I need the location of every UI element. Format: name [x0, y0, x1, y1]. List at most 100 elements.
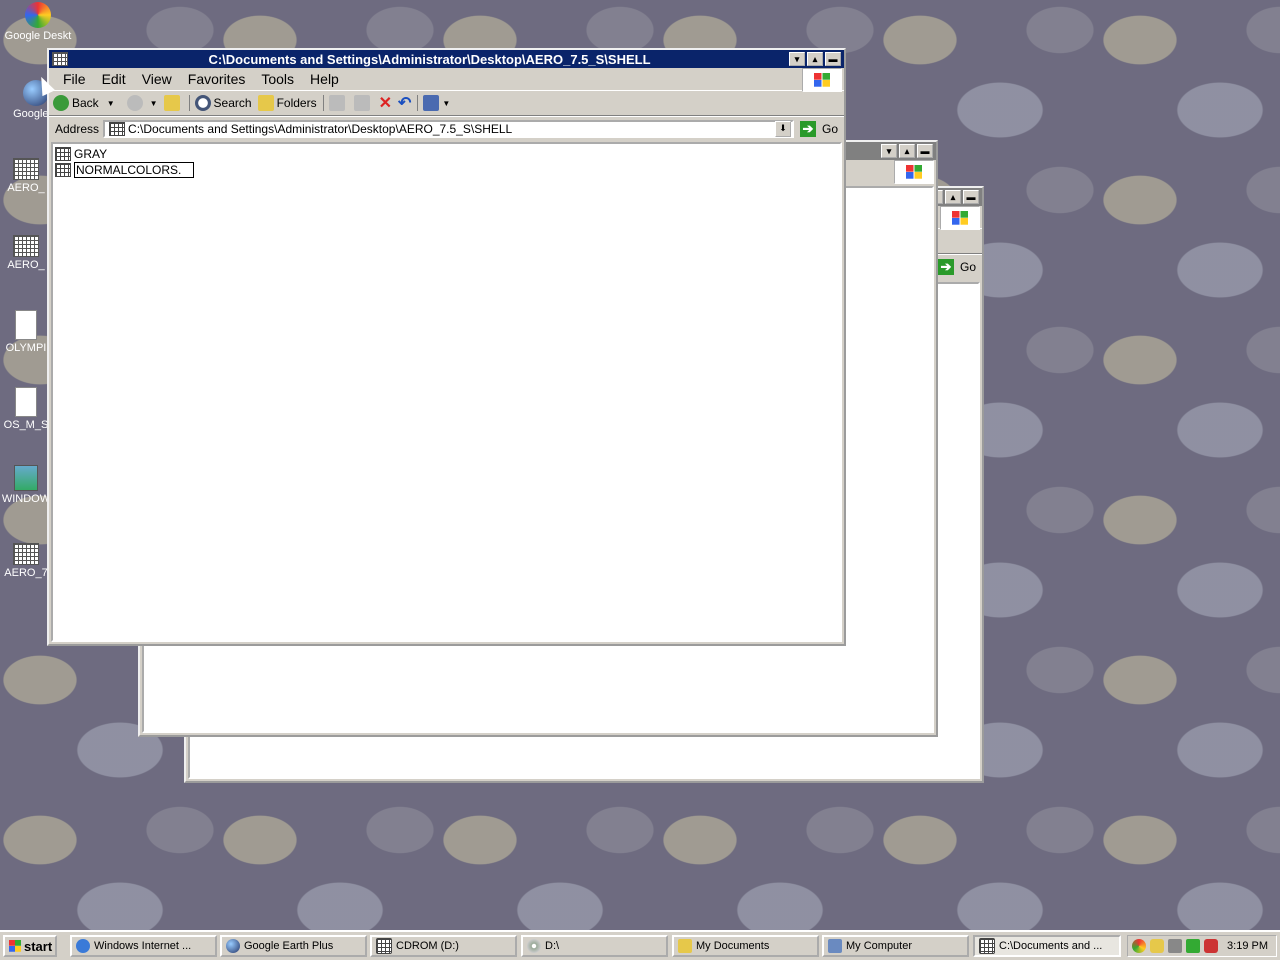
taskbar-button-d-drive[interactable]: D:\	[521, 935, 668, 957]
undo-button[interactable]: ↶	[398, 93, 411, 113]
views-icon	[423, 95, 440, 111]
go-label: Go	[821, 122, 838, 136]
background-window-2-go-button[interactable]: ➔ Go	[937, 259, 976, 275]
close-button[interactable]: ▬	[963, 190, 979, 204]
start-button[interactable]: start	[3, 935, 57, 957]
delete-button[interactable]: ✕	[379, 93, 392, 113]
address-dropdown-button[interactable]: ⬇	[774, 121, 791, 137]
shield-icon[interactable]	[1150, 939, 1164, 953]
forward-dropdown-icon[interactable]: ▼	[150, 99, 158, 108]
task-label: My Documents	[696, 940, 770, 952]
folders-button[interactable]: Folders	[257, 95, 317, 111]
computer-icon	[828, 939, 842, 953]
window-system-icon[interactable]	[52, 52, 68, 66]
forward-button[interactable]: ▼	[121, 95, 158, 111]
file-item-label: NORMALCOLORS.	[74, 162, 195, 178]
move-to-button[interactable]	[322, 95, 348, 111]
menu-edit[interactable]: Edit	[94, 71, 134, 87]
task-label: Windows Internet ...	[94, 940, 192, 952]
file-item-gray[interactable]: GRAY	[53, 146, 840, 162]
views-button[interactable]: ▼	[417, 95, 450, 111]
desktop-icon-google-desktop[interactable]: Google Deskt	[0, 2, 78, 42]
windows-flag-icon	[814, 73, 830, 87]
go-arrow-icon: ➔	[937, 259, 954, 275]
forward-arrow-icon	[126, 95, 143, 111]
folder-window-icon	[109, 122, 126, 136]
menu-view[interactable]: View	[134, 71, 180, 87]
taskbar-button-google-earth[interactable]: Google Earth Plus	[220, 935, 367, 957]
earth-icon	[226, 939, 240, 953]
windows-flag-icon	[9, 940, 21, 952]
folder-window-icon	[55, 163, 71, 177]
task-label: C:\Documents and ...	[999, 940, 1103, 952]
clock[interactable]: 3:19 PM	[1227, 940, 1268, 952]
taskbar-button-internet-explorer[interactable]: Windows Internet ...	[70, 935, 217, 957]
address-value: C:\Documents and Settings\Administrator\…	[128, 122, 513, 136]
up-folder-icon	[163, 95, 180, 111]
explorer-window[interactable]: C:\Documents and Settings\Administrator\…	[47, 48, 846, 646]
address-input[interactable]: C:\Documents and Settings\Administrator\…	[103, 120, 794, 138]
windows-logo	[894, 160, 934, 184]
taskbar-button-my-computer[interactable]: My Computer	[822, 935, 969, 957]
menu-file[interactable]: File	[55, 71, 94, 87]
taskbar-button-my-documents[interactable]: My Documents	[672, 935, 819, 957]
back-button[interactable]: Back ▼	[53, 95, 115, 111]
menu-bar: File Edit View Favorites Tools Help	[49, 68, 844, 92]
back-dropdown-icon[interactable]: ▼	[107, 99, 115, 108]
system-tray: 3:19 PM	[1127, 935, 1277, 957]
delete-x-icon: ✕	[378, 95, 392, 112]
copy-to-button[interactable]	[353, 95, 373, 111]
folder-window-icon	[13, 235, 39, 257]
search-button[interactable]: Search	[188, 95, 252, 111]
folder-window-icon	[979, 938, 995, 954]
start-label: start	[24, 938, 53, 954]
ie-icon	[76, 939, 90, 953]
security-alert-icon[interactable]	[1186, 939, 1200, 953]
task-label: CDROM (D:)	[396, 940, 459, 952]
file-item-label: GRAY	[74, 147, 108, 161]
go-button[interactable]: ➔ Go	[799, 121, 838, 137]
task-label: My Computer	[846, 940, 913, 952]
back-label: Back	[72, 96, 99, 110]
menu-help[interactable]: Help	[302, 71, 347, 87]
taskbar-button-shell-folder[interactable]: C:\Documents and ...	[973, 935, 1121, 957]
up-folder-button[interactable]	[163, 95, 183, 111]
go-label: Go	[959, 260, 976, 274]
desktop-icon-label: OLYMPI	[5, 342, 47, 354]
undo-icon: ↶	[397, 95, 412, 112]
maximize-button[interactable]: ▴	[945, 190, 961, 204]
menu-tools[interactable]: Tools	[253, 71, 302, 87]
close-button[interactable]: ▬	[917, 144, 933, 158]
minimize-button[interactable]: ▾	[789, 52, 805, 66]
maximize-button[interactable]: ▴	[899, 144, 915, 158]
maximize-button[interactable]: ▴	[807, 52, 823, 66]
back-arrow-icon	[53, 95, 69, 111]
folder-window-icon	[13, 158, 39, 180]
chrome-icon[interactable]	[1132, 939, 1146, 953]
file-list-pane[interactable]: GRAY NORMALCOLORS.	[51, 142, 842, 642]
search-icon	[194, 95, 211, 111]
address-bar: Address C:\Documents and Settings\Admini…	[49, 116, 844, 141]
network-icon[interactable]	[1168, 939, 1182, 953]
search-label: Search	[213, 96, 252, 110]
task-label: Google Earth Plus	[244, 940, 334, 952]
file-item-normalcolors[interactable]: NORMALCOLORS.	[53, 162, 840, 178]
folder-icon	[257, 95, 274, 111]
copy-to-icon	[353, 95, 370, 111]
desktop-icon-label: WINDOW	[1, 493, 51, 505]
document-icon	[15, 310, 37, 340]
antivirus-icon[interactable]	[1204, 939, 1218, 953]
close-button[interactable]: ▬	[825, 52, 841, 66]
go-arrow-icon: ➔	[799, 121, 816, 137]
task-label: D:\	[545, 940, 560, 952]
folders-label: Folders	[276, 96, 317, 110]
taskbar-button-cdrom[interactable]: CDROM (D:)	[370, 935, 517, 957]
menu-favorites[interactable]: Favorites	[180, 71, 254, 87]
minimize-button[interactable]: ▾	[881, 144, 897, 158]
google-desktop-icon	[25, 2, 51, 28]
explorer-window-titlebar[interactable]: C:\Documents and Settings\Administrator\…	[49, 50, 844, 68]
folder-window-icon	[13, 543, 39, 565]
cd-icon	[527, 939, 541, 953]
address-label: Address	[55, 122, 100, 136]
folder-window-icon	[376, 938, 392, 954]
